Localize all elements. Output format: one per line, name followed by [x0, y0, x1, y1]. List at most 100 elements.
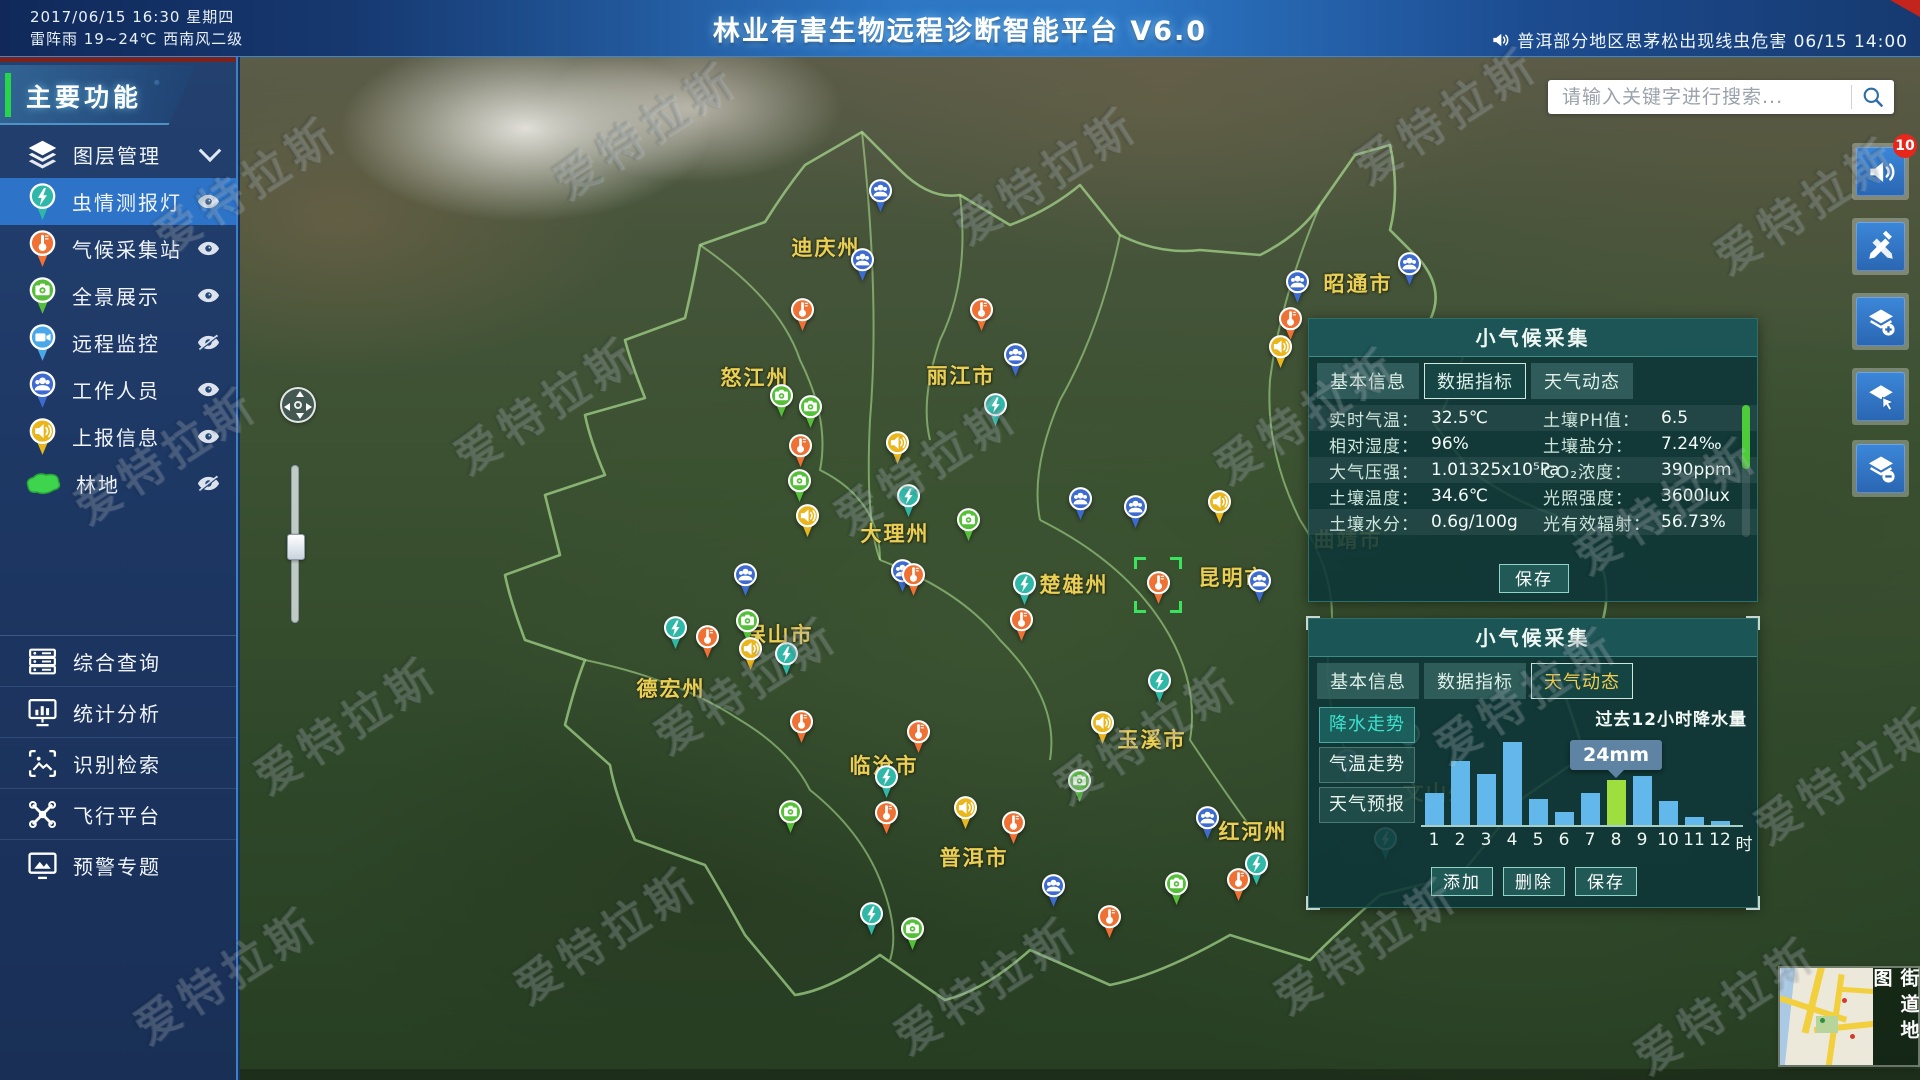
- sidebar-item-stats[interactable]: 统计分析: [0, 686, 236, 737]
- chart-bar[interactable]: [1451, 761, 1470, 825]
- sidebar-item-db[interactable]: 综合查询: [0, 635, 236, 686]
- save-button[interactable]: 保存: [1499, 564, 1569, 593]
- pan-up-arrow[interactable]: [296, 391, 304, 397]
- search-button[interactable]: [1852, 85, 1894, 109]
- pano-marker[interactable]: [1163, 871, 1190, 906]
- insect-marker[interactable]: [982, 392, 1009, 427]
- insect-marker[interactable]: [1011, 571, 1038, 606]
- staff-marker[interactable]: [1284, 269, 1311, 304]
- pano-marker[interactable]: [955, 507, 982, 542]
- subtab-天气预报[interactable]: 天气预报: [1319, 787, 1415, 823]
- climate-marker[interactable]: [1096, 904, 1123, 939]
- chart-bar[interactable]: [1555, 812, 1574, 825]
- staff-marker[interactable]: [1067, 486, 1094, 521]
- insect-marker[interactable]: [662, 615, 689, 650]
- pano-marker[interactable]: [786, 468, 813, 503]
- tab-基本信息[interactable]: 基本信息: [1317, 663, 1419, 699]
- staff-marker[interactable]: [1040, 873, 1067, 908]
- insect-marker[interactable]: [773, 641, 800, 676]
- plot-measure-button[interactable]: [1852, 218, 1909, 275]
- eye-icon[interactable]: [196, 193, 221, 210]
- sidebar-item-drone[interactable]: 飞行平台: [0, 788, 236, 839]
- zoom-slider[interactable]: [291, 465, 299, 623]
- eye-off-icon[interactable]: [196, 334, 221, 351]
- chart-bar[interactable]: [1685, 817, 1704, 825]
- report-marker[interactable]: [884, 430, 911, 465]
- chart-bar[interactable]: [1607, 780, 1626, 825]
- pano-marker[interactable]: [1066, 768, 1093, 803]
- insect-marker[interactable]: [858, 901, 885, 936]
- pano-marker[interactable]: [777, 799, 804, 834]
- sidebar-item-layer-management[interactable]: 图层管理: [0, 131, 236, 178]
- insect-marker[interactable]: [1146, 668, 1173, 703]
- alert-ticker[interactable]: 普洱部分地区思茅松出现线虫危害 06/15 14:00: [1490, 27, 1908, 52]
- report-marker[interactable]: [1089, 710, 1116, 745]
- staff-marker[interactable]: [1194, 805, 1221, 840]
- map-pan-control[interactable]: [280, 387, 316, 423]
- sidebar-item-monitor[interactable]: 远程监控: [0, 319, 236, 366]
- chart-bar[interactable]: [1581, 793, 1600, 825]
- volume-button[interactable]: 10: [1852, 143, 1909, 200]
- report-marker[interactable]: [737, 636, 764, 671]
- climate-marker[interactable]: [968, 297, 995, 332]
- eye-icon[interactable]: [196, 428, 221, 445]
- sidebar-item-staff[interactable]: 工作人员: [0, 366, 236, 413]
- eye-icon[interactable]: [196, 381, 221, 398]
- layer-add-button[interactable]: [1852, 293, 1909, 350]
- delete-button[interactable]: 删除: [1503, 867, 1565, 896]
- sidebar-item-report[interactable]: 上报信息: [0, 413, 236, 460]
- zoom-slider-handle[interactable]: [287, 534, 305, 560]
- subtab-气温走势[interactable]: 气温走势: [1319, 747, 1415, 783]
- pan-down-arrow[interactable]: [296, 413, 304, 419]
- report-marker[interactable]: [794, 503, 821, 538]
- tab-天气动态[interactable]: 天气动态: [1531, 663, 1633, 699]
- eye-icon[interactable]: [196, 287, 221, 304]
- pano-marker[interactable]: [797, 394, 824, 429]
- insect-marker[interactable]: [1243, 851, 1270, 886]
- chart-bar[interactable]: [1633, 776, 1652, 825]
- report-marker[interactable]: [1206, 489, 1233, 524]
- add-button[interactable]: 添加: [1431, 867, 1493, 896]
- layer-remove-button[interactable]: [1852, 440, 1909, 497]
- sidebar-item-climate[interactable]: 气候采集站: [0, 225, 236, 272]
- staff-marker[interactable]: [1122, 494, 1149, 529]
- subtab-降水走势[interactable]: 降水走势: [1319, 707, 1415, 743]
- sidebar-item-alert[interactable]: 预警专题: [0, 839, 236, 890]
- staff-marker[interactable]: [1002, 342, 1029, 377]
- sidebar-item-insect[interactable]: 虫情测报灯: [0, 178, 236, 225]
- climate-marker[interactable]: [1000, 810, 1027, 845]
- climate-marker[interactable]: [788, 709, 815, 744]
- climate-marker[interactable]: [905, 719, 932, 754]
- panel-scrollbar-thumb[interactable]: [1742, 405, 1750, 469]
- street-map-toggle[interactable]: 街道地图: [1780, 968, 1918, 1065]
- eye-off-icon[interactable]: [196, 475, 221, 492]
- staff-marker[interactable]: [849, 247, 876, 282]
- chart-bar[interactable]: [1529, 799, 1548, 825]
- chart-bar[interactable]: [1503, 742, 1522, 825]
- insect-marker[interactable]: [895, 483, 922, 518]
- layer-select-button[interactable]: [1852, 368, 1909, 425]
- chart-bar[interactable]: [1477, 774, 1496, 825]
- search-input[interactable]: [1560, 85, 1851, 109]
- climate-marker[interactable]: [1008, 607, 1035, 642]
- report-marker[interactable]: [952, 795, 979, 830]
- pano-marker[interactable]: [899, 916, 926, 951]
- save-button[interactable]: 保存: [1575, 867, 1637, 896]
- chart-bar[interactable]: [1659, 801, 1678, 825]
- tab-天气动态[interactable]: 天气动态: [1531, 363, 1633, 399]
- sidebar-item-pano[interactable]: 全景展示: [0, 272, 236, 319]
- tab-数据指标[interactable]: 数据指标: [1424, 663, 1526, 699]
- sidebar-item-forest[interactable]: 林地: [0, 460, 236, 507]
- chart-bar[interactable]: [1711, 821, 1730, 825]
- chevron-down-icon[interactable]: [199, 139, 222, 162]
- staff-marker[interactable]: [1396, 251, 1423, 286]
- chart-bar[interactable]: [1425, 793, 1444, 825]
- climate-marker[interactable]: [900, 562, 927, 597]
- climate-marker[interactable]: [694, 624, 721, 659]
- sidebar-item-scan[interactable]: 识别检索: [0, 737, 236, 788]
- pan-right-arrow[interactable]: [306, 403, 312, 411]
- climate-marker[interactable]: [789, 297, 816, 332]
- tab-数据指标[interactable]: 数据指标: [1424, 363, 1526, 399]
- staff-marker[interactable]: [732, 562, 759, 597]
- climate-marker[interactable]: [787, 433, 814, 468]
